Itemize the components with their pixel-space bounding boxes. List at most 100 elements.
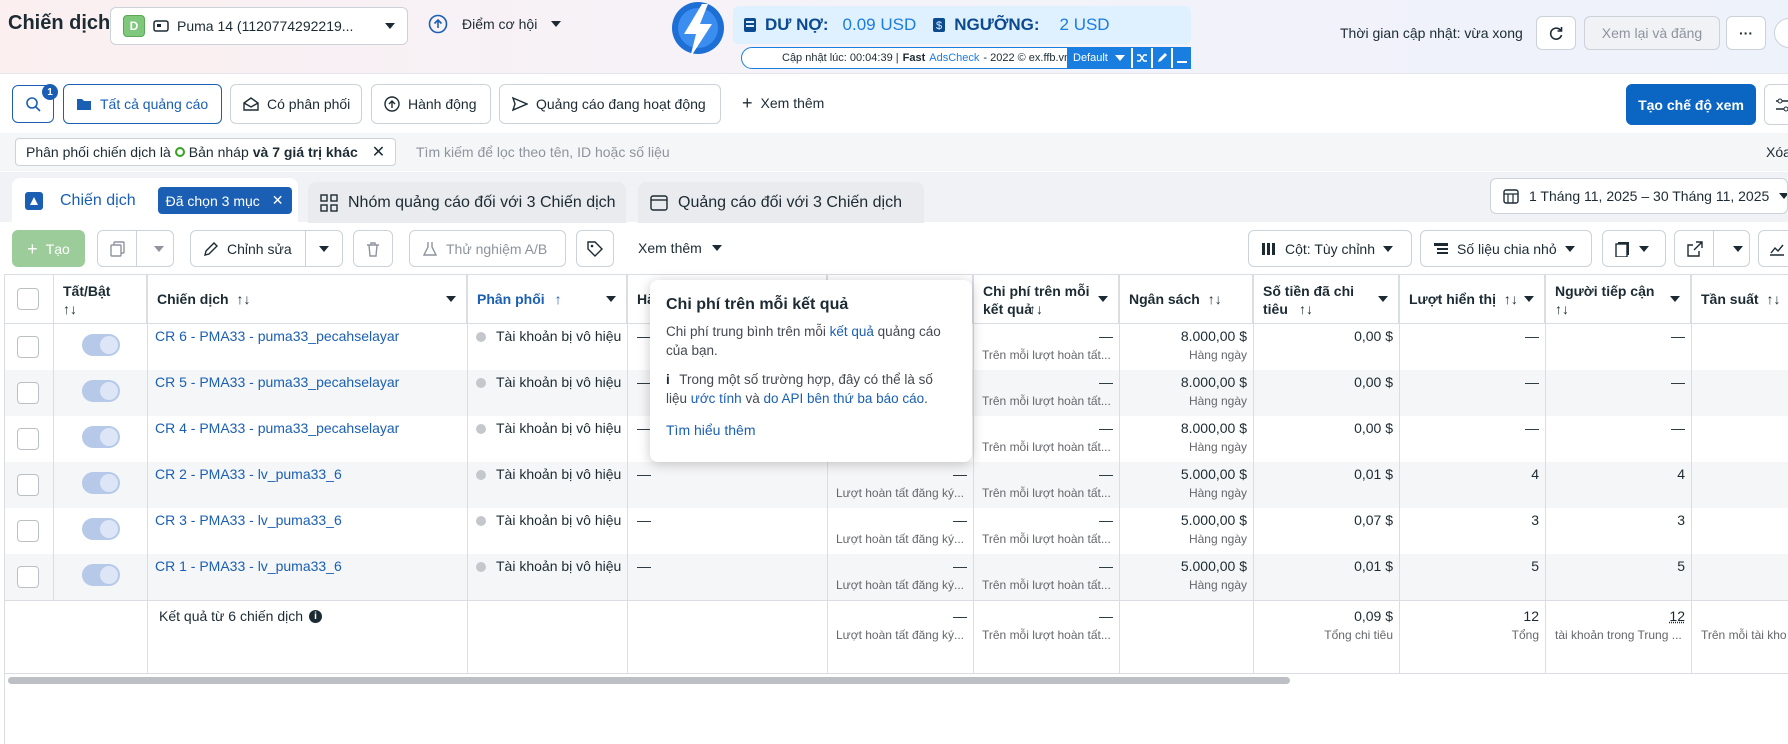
chevron-down-icon[interactable] xyxy=(446,296,456,302)
header-campaign[interactable]: Chiến dịch ↑↓ xyxy=(147,274,467,324)
info-icon[interactable]: i xyxy=(309,609,323,623)
header-amount-spent[interactable]: Số tiền đã chi tiêu ↑↓ xyxy=(1253,274,1399,324)
cost-per-result-tooltip: Chi phí trên mỗi kết quả Chi phí trung b… xyxy=(650,280,972,462)
edit-button[interactable]: Chỉnh sửa xyxy=(190,230,343,267)
cell-impressions: 5 xyxy=(1531,558,1539,574)
close-icon[interactable]: ✕ xyxy=(272,192,284,209)
campaign-icon xyxy=(24,191,44,211)
cell-cost-per-result: — xyxy=(1099,558,1113,574)
campaign-name-link[interactable]: CR 5 - PMA33 - puma33_pecahselayar xyxy=(155,374,460,390)
review-publish-button[interactable]: Xem lại và đăng xyxy=(1584,16,1720,50)
create-view-button[interactable]: Tạo chế độ xem xyxy=(1626,84,1756,125)
cell-reach: — xyxy=(1671,420,1685,436)
campaign-name-link[interactable]: CR 2 - PMA33 - lv_puma33_6 xyxy=(155,466,460,482)
estimated-link[interactable]: ước tính xyxy=(691,391,742,406)
summary-spent: 0,09 $ xyxy=(1354,608,1393,624)
edit-icon[interactable] xyxy=(1153,47,1171,69)
ab-test-button[interactable]: Thử nghiệm A/B xyxy=(409,230,566,267)
toolbar-more-button[interactable]: Xem thêm xyxy=(638,240,722,256)
cell-budget: 5.000,00 $ xyxy=(1180,558,1247,574)
chevron-down-icon[interactable] xyxy=(1524,296,1534,302)
filter-search-input[interactable]: Tìm kiếm để lọc theo tên, ID hoặc số liệ… xyxy=(416,144,670,160)
chevron-down-icon[interactable] xyxy=(1378,296,1388,302)
col-divider xyxy=(1399,274,1400,674)
campaign-toggle[interactable] xyxy=(82,426,120,448)
sort-icon: ↑↓ xyxy=(1766,291,1781,307)
header-delivery[interactable]: Phân phối ↑ xyxy=(467,274,627,324)
opportunity-score-button[interactable]: Điểm cơ hội xyxy=(428,14,562,34)
pencil-icon xyxy=(203,241,219,257)
row-checkbox[interactable] xyxy=(17,520,39,542)
header-cost-per-result[interactable]: Chi phí trên mỗi kết quả ↑↓ xyxy=(973,274,1119,324)
adscheck-profile-select[interactable]: Default xyxy=(1067,47,1131,69)
campaign-name-link[interactable]: CR 6 - PMA33 - puma33_pecahselayar xyxy=(155,328,460,344)
refresh-button[interactable] xyxy=(1536,16,1576,50)
duplicate-button[interactable] xyxy=(97,230,174,267)
more-tabs-button[interactable]: + Xem thêm xyxy=(742,94,824,112)
clear-filters-link[interactable]: Xóa xyxy=(1766,144,1788,160)
header-frequency[interactable]: Tần suất ↑↓ xyxy=(1691,274,1788,324)
campaign-toggle[interactable] xyxy=(82,380,120,402)
charts-button[interactable] xyxy=(1758,230,1788,267)
reports-button[interactable] xyxy=(1602,230,1666,267)
tab-ads[interactable]: Quảng cáo đối với 3 Chiến dịch xyxy=(638,182,924,223)
row-checkbox[interactable] xyxy=(17,382,39,404)
col-divider xyxy=(1545,274,1546,674)
cell-impressions: 4 xyxy=(1531,466,1539,482)
more-options-button[interactable]: ··· xyxy=(1726,16,1766,50)
tab-delivering[interactable]: Có phân phối xyxy=(230,84,362,124)
columns-button[interactable]: Cột: Tùy chỉnh xyxy=(1248,230,1412,267)
horizontal-scrollbar[interactable] xyxy=(8,677,1290,684)
export-button[interactable] xyxy=(1674,230,1750,267)
delete-button[interactable] xyxy=(353,230,393,267)
tab-active-ads[interactable]: Quảng cáo đang hoạt động xyxy=(499,84,721,124)
tab-actions[interactable]: Hành động xyxy=(371,84,491,124)
tab-adsets[interactable]: Nhóm quảng cáo đối với 3 Chiến dịch xyxy=(308,182,626,223)
breakdown-button[interactable]: Số liệu chia nhỏ xyxy=(1420,230,1592,267)
campaign-name-link[interactable]: CR 4 - PMA33 - puma33_pecahselayar xyxy=(155,420,460,436)
campaign-name-link[interactable]: CR 3 - PMA33 - lv_puma33_6 xyxy=(155,512,460,528)
tooltip-title: Chi phí trên mỗi kết quả xyxy=(666,296,849,313)
create-button[interactable]: + Tạo xyxy=(12,230,85,267)
third-party-api-link[interactable]: do API bên thứ ba báo cáo xyxy=(764,391,925,406)
learn-more-link[interactable]: Tìm hiểu thêm xyxy=(666,422,956,438)
chevron-down-icon[interactable] xyxy=(606,296,616,302)
row-checkbox[interactable] xyxy=(17,428,39,450)
cell-delivery: Tài khoản bị vô hiệu xyxy=(476,328,626,344)
header-reach[interactable]: Người tiếp cận ↑↓ xyxy=(1545,274,1691,324)
results-link[interactable]: kết quả xyxy=(830,324,874,339)
select-all-checkbox[interactable] xyxy=(17,288,39,310)
chevron-down-icon[interactable] xyxy=(1098,296,1108,302)
filter-chip[interactable]: Phân phối chiến dịch là Bản nháp và 7 gi… xyxy=(15,138,397,166)
settings-sliders-button[interactable] xyxy=(1764,84,1788,125)
update-time-label: Thời gian cập nhật: vừa xong xyxy=(1340,25,1523,41)
row-checkbox[interactable] xyxy=(17,474,39,496)
col-divider xyxy=(973,274,974,674)
date-range-picker[interactable]: 1 Tháng 11, 2025 – 30 Tháng 11, 2025 xyxy=(1490,178,1788,214)
tooltip-note: i Trong một số trường hợp, đây có thể là… xyxy=(666,372,933,406)
close-icon[interactable]: ✕ xyxy=(372,142,385,162)
row-checkbox[interactable] xyxy=(17,566,39,588)
cell-results: — xyxy=(953,558,967,574)
campaign-toggle[interactable] xyxy=(82,472,120,494)
campaign-toggle[interactable] xyxy=(82,334,120,356)
tab-all-ads[interactable]: Tất cả quảng cáo xyxy=(63,84,222,124)
tab-campaigns[interactable]: Chiến dịch Đã chọn 3 mục ✕ xyxy=(12,178,298,223)
campaign-toggle[interactable] xyxy=(82,564,120,586)
campaign-name-link[interactable]: CR 1 - PMA33 - lv_puma33_6 xyxy=(155,558,460,574)
tag-button[interactable] xyxy=(576,230,614,267)
col-divider xyxy=(627,274,628,674)
header-impressions[interactable]: Lượt hiển thị ↑↓ xyxy=(1399,274,1545,324)
cell-budget-sub: Hàng ngày xyxy=(1188,486,1247,500)
header-toggle[interactable]: Tất/Bật ↑↓ xyxy=(53,274,147,324)
chevron-down-icon[interactable] xyxy=(1670,296,1680,302)
refresh-icon xyxy=(1548,25,1564,41)
shuffle-icon[interactable] xyxy=(1133,47,1151,69)
account-selector[interactable]: D Puma 14 (1120774292219... xyxy=(110,7,408,45)
header-budget[interactable]: Ngân sách ↑↓ xyxy=(1119,274,1253,324)
minimize-icon[interactable] xyxy=(1173,47,1191,69)
campaign-toggle[interactable] xyxy=(82,518,120,540)
selected-count-chip[interactable]: Đã chọn 3 mục ✕ xyxy=(157,187,292,214)
row-checkbox[interactable] xyxy=(17,336,39,358)
sliders-icon xyxy=(1775,97,1788,113)
